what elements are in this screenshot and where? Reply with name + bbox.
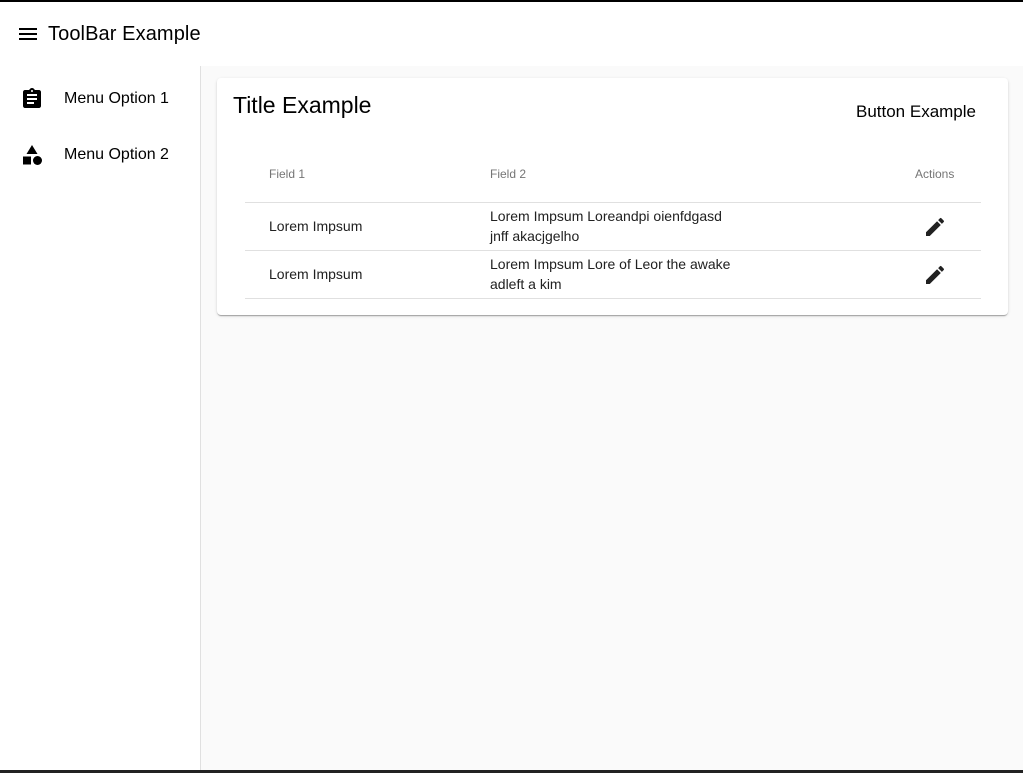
sidebar-item-label: Menu Option 2 [64, 146, 169, 163]
toolbar-title: ToolBar Example [48, 23, 201, 45]
example-button[interactable]: Button Example [840, 98, 992, 126]
card: Title Example Button Example Field 1 Fie… [217, 78, 1008, 315]
category-icon [20, 143, 44, 167]
sidebar-item-menu-option-1[interactable]: Menu Option 1 [0, 71, 200, 127]
data-table: Field 1 Field 2 Actions Lorem Impsum Lor… [245, 158, 981, 299]
cell-field-2: Lorem Impsum Lore of Leor the awake adle… [490, 256, 731, 292]
menu-icon[interactable] [16, 22, 40, 46]
cell-field-2: Lorem Impsum Loreandpi oienfdgasd jnff a… [490, 208, 722, 244]
app-window: ToolBar Example Menu Option 1 Menu Optio… [0, 0, 1023, 773]
sidenav: Menu Option 1 Menu Option 2 [0, 66, 201, 770]
edit-icon[interactable] [921, 213, 949, 241]
table-header: Field 1 Field 2 Actions [245, 158, 981, 203]
column-header-actions: Actions [915, 167, 955, 181]
column-header-field-1[interactable]: Field 1 [269, 166, 305, 182]
sidebar-item-menu-option-2[interactable]: Menu Option 2 [0, 127, 200, 183]
sidebar-item-label: Menu Option 1 [64, 90, 169, 107]
column-header-field-2[interactable]: Field 2 [490, 166, 526, 182]
assignment-icon [20, 87, 44, 111]
edit-icon[interactable] [921, 261, 949, 289]
table-row: Lorem Impsum Lorem Impsum Lore of Leor t… [245, 251, 981, 299]
toolbar: ToolBar Example [0, 2, 1023, 66]
cell-field-1: Lorem Impsum [269, 266, 363, 282]
cell-field-1: Lorem Impsum [269, 218, 363, 234]
card-title: Title Example [233, 92, 372, 118]
table-row: Lorem Impsum Lorem Impsum Loreandpi oien… [245, 203, 981, 251]
main-content: Title Example Button Example Field 1 Fie… [201, 66, 1023, 770]
